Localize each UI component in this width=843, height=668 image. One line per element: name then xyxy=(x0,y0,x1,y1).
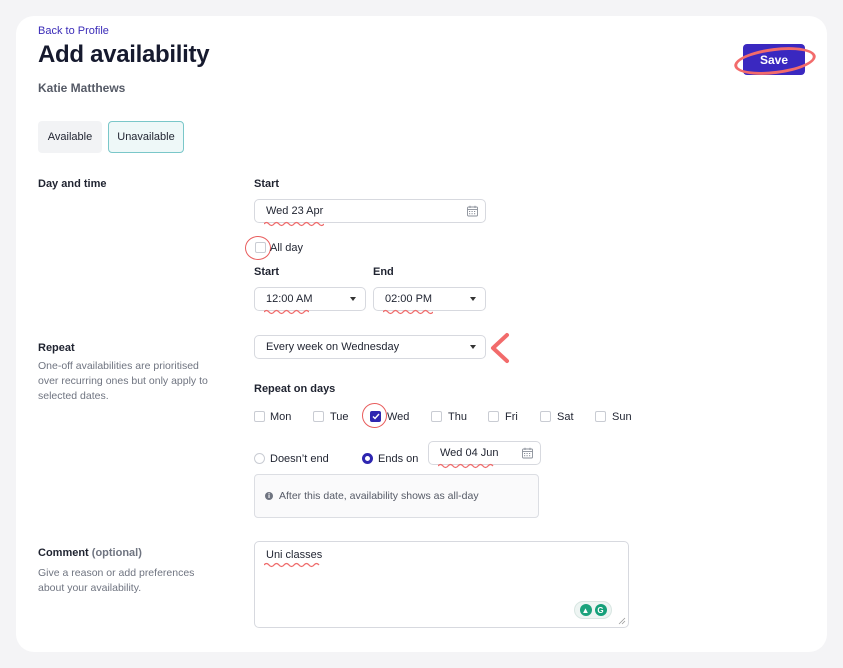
info-callout: i After this date, availability shows as… xyxy=(254,474,539,518)
all-day-label: All day xyxy=(270,242,304,254)
available-toggle[interactable]: Available xyxy=(38,121,102,153)
day-label-sat: Sat xyxy=(557,411,574,423)
repeat-select[interactable]: Every week on Wednesday xyxy=(254,335,486,359)
time-start-select[interactable]: 12:00 AM xyxy=(254,287,366,311)
day-label-tue: Tue xyxy=(330,411,349,423)
day-checkbox-wed[interactable] xyxy=(370,411,381,422)
day-and-time-label: Day and time xyxy=(38,178,107,190)
chevron-down-icon xyxy=(470,297,476,301)
time-end-label: End xyxy=(373,266,394,278)
grammarly-icon: G xyxy=(594,604,607,616)
day-checkbox-sun[interactable] xyxy=(595,411,606,422)
chevron-down-icon xyxy=(350,297,356,301)
comment-value: Uni classes xyxy=(266,549,323,561)
day-label-thu: Thu xyxy=(448,411,467,423)
day-label-mon: Mon xyxy=(270,411,292,423)
annotation-arrow xyxy=(491,333,509,363)
back-to-profile-link[interactable]: Back to Profile xyxy=(38,25,109,37)
ends-on-date-field[interactable]: Wed 04 Jun xyxy=(428,441,541,465)
profile-name: Katie Matthews xyxy=(38,81,126,95)
ends-on-label: Ends on xyxy=(378,453,419,465)
repeat-helper-text: One-off availabilities are prioritised o… xyxy=(38,360,208,402)
comment-label: Comment (optional) xyxy=(38,547,142,559)
add-availability-card: Back to Profile Add availability Katie M… xyxy=(16,16,827,652)
start-date-label: Start xyxy=(254,178,280,190)
ends-on-radio[interactable] xyxy=(362,453,373,464)
time-start-label: Start xyxy=(254,266,280,278)
grammarly-widget[interactable]: ▲ G xyxy=(574,601,612,619)
day-checkbox-thu[interactable] xyxy=(431,411,442,422)
day-checkbox-tue[interactable] xyxy=(313,411,324,422)
page-title: Add availability xyxy=(38,41,210,68)
chevron-down-icon xyxy=(470,345,476,349)
repeat-label: Repeat xyxy=(38,342,75,354)
time-end-value: 02:00 PM xyxy=(385,293,433,305)
day-label-sun: Sun xyxy=(612,411,632,423)
doesnt-end-label: Doesn’t end xyxy=(270,453,329,465)
day-checkbox-fri[interactable] xyxy=(488,411,499,422)
day-label-fri: Fri xyxy=(505,411,518,423)
unavailable-toggle[interactable]: Unavailable xyxy=(108,121,184,153)
start-date-value: Wed 23 Apr xyxy=(266,205,324,217)
day-checkbox-mon[interactable] xyxy=(254,411,265,422)
comment-helper-text: Give a reason or add preferences about y… xyxy=(38,567,195,594)
day-checkbox-sat[interactable] xyxy=(540,411,551,422)
time-end-select[interactable]: 02:00 PM xyxy=(373,287,486,311)
save-button[interactable]: Save xyxy=(743,44,805,75)
comment-textarea[interactable]: Uni classes xyxy=(254,541,629,628)
comment-optional-label: (optional) xyxy=(91,547,142,559)
grammarly-suggestion-icon: ▲ xyxy=(579,604,592,616)
calendar-icon xyxy=(467,205,478,217)
repeat-on-days-label: Repeat on days xyxy=(254,383,336,395)
day-label-wed: Wed xyxy=(387,411,410,423)
start-date-field[interactable]: Wed 23 Apr xyxy=(254,199,486,223)
ends-on-date-value: Wed 04 Jun xyxy=(440,447,499,459)
checkmark-icon xyxy=(372,413,380,420)
repeat-value: Every week on Wednesday xyxy=(266,341,400,353)
info-icon: i xyxy=(265,492,273,500)
info-text: After this date, availability shows as a… xyxy=(279,490,479,502)
resize-handle-icon[interactable] xyxy=(618,617,626,625)
all-day-checkbox[interactable] xyxy=(255,242,266,253)
doesnt-end-radio[interactable] xyxy=(254,453,265,464)
time-start-value: 12:00 AM xyxy=(266,293,313,305)
calendar-icon xyxy=(522,447,533,459)
comment-label-text: Comment xyxy=(38,547,89,559)
